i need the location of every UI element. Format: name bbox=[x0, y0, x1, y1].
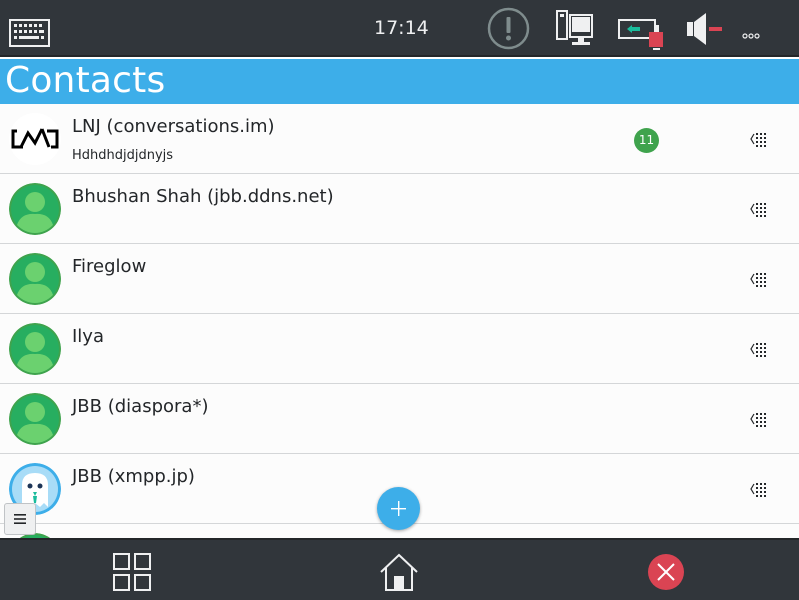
battery-icon[interactable] bbox=[618, 18, 666, 56]
keyboard-icon[interactable] bbox=[9, 19, 50, 47]
contact-row[interactable]: Bhushan Shah (jbb.ddns.net) bbox=[0, 174, 799, 244]
drawer-menu-button[interactable] bbox=[4, 503, 36, 535]
add-contact-button[interactable] bbox=[377, 487, 420, 530]
drag-handle-icon[interactable] bbox=[749, 200, 769, 218]
default-user-avatar bbox=[9, 393, 61, 445]
default-user-avatar bbox=[9, 323, 61, 375]
contact-name: Fireglow bbox=[72, 256, 147, 277]
plus-icon bbox=[391, 501, 406, 516]
contact-row[interactable]: JBB (diaspora*) bbox=[0, 384, 799, 454]
close-icon[interactable] bbox=[644, 550, 688, 594]
default-user-avatar bbox=[9, 253, 61, 305]
network-icon[interactable] bbox=[556, 10, 594, 52]
contact-status: Hdhdhdjdjdnyjs bbox=[72, 148, 174, 163]
drag-handle-icon[interactable] bbox=[749, 270, 769, 288]
hamburger-icon bbox=[14, 514, 26, 524]
alert-icon[interactable] bbox=[487, 7, 530, 54]
drag-handle-icon[interactable] bbox=[749, 410, 769, 428]
home-icon[interactable] bbox=[377, 550, 421, 594]
app-header: Contacts bbox=[0, 59, 799, 104]
contact-row[interactable]: LNJ (conversations.im) Hdhdhdjdjdnyjs 11 bbox=[0, 104, 799, 174]
more-icon[interactable] bbox=[742, 25, 760, 44]
contact-name: JBB (diaspora*) bbox=[72, 396, 209, 417]
contact-name: JBB (xmpp.jp) bbox=[72, 466, 195, 487]
contact-name: LNJ (conversations.im) bbox=[72, 116, 275, 137]
drag-handle-icon[interactable] bbox=[749, 480, 769, 498]
bottom-navigation bbox=[0, 538, 799, 600]
unread-badge: 11 bbox=[634, 128, 659, 153]
clock: 17:14 bbox=[374, 17, 429, 39]
status-bar: 17:14 bbox=[0, 0, 799, 57]
drag-handle-icon[interactable] bbox=[749, 340, 769, 358]
contact-avatar bbox=[9, 113, 61, 165]
volume-muted-icon[interactable] bbox=[686, 11, 724, 51]
contact-name: Bhushan Shah (jbb.ddns.net) bbox=[72, 186, 334, 207]
default-user-avatar bbox=[9, 183, 61, 235]
page-title: Contacts bbox=[5, 60, 166, 101]
contact-name: Ilya bbox=[72, 326, 104, 347]
apps-grid-icon[interactable] bbox=[110, 550, 154, 594]
contact-row[interactable]: Ilya bbox=[0, 314, 799, 384]
contact-list[interactable]: LNJ (conversations.im) Hdhdhdjdjdnyjs 11 bbox=[0, 104, 799, 538]
contact-row[interactable]: Fireglow bbox=[0, 244, 799, 314]
drag-handle-icon[interactable] bbox=[749, 130, 769, 148]
